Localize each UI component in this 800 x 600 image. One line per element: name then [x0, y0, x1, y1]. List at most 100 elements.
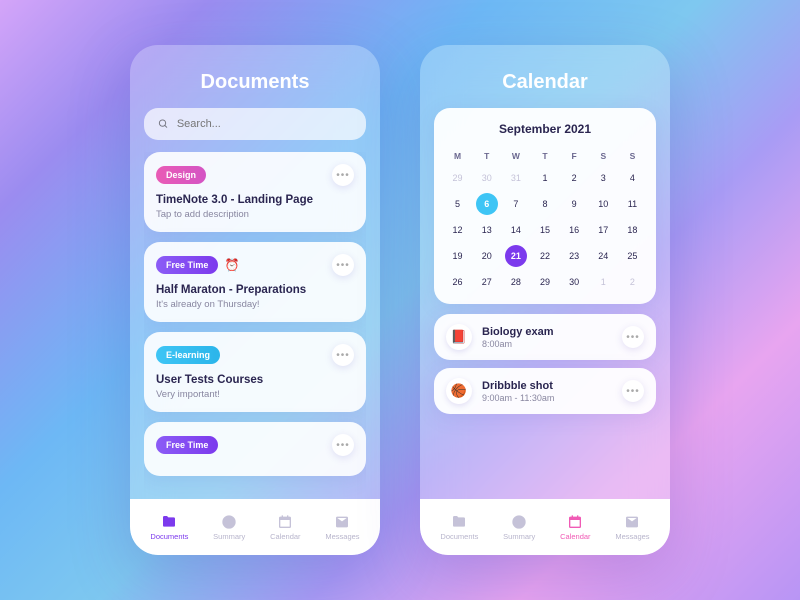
calendar-day[interactable]: 8: [534, 193, 556, 215]
search-input[interactable]: [144, 108, 366, 140]
calendar-day[interactable]: 17: [592, 219, 614, 241]
more-button[interactable]: •••: [622, 326, 644, 348]
calendar-day[interactable]: 23: [563, 245, 585, 267]
folder-icon: [451, 514, 467, 530]
tab-documents[interactable]: Documents: [440, 514, 478, 541]
calendar-day[interactable]: 2: [563, 167, 585, 189]
more-button[interactable]: •••: [332, 254, 354, 276]
page-title: Calendar: [434, 71, 656, 94]
documents-screen: Documents Design ••• TimeNote 3.0 - Land…: [130, 45, 380, 555]
card-desc: It's already on Thursday!: [156, 299, 354, 310]
pie-chart-icon: [221, 514, 237, 530]
calendar-day[interactable]: 1: [592, 271, 614, 293]
calendar-day[interactable]: 12: [447, 219, 469, 241]
day-of-week: M: [444, 148, 471, 164]
event-card[interactable]: 📕 Biology exam 8:00am •••: [434, 314, 656, 360]
tab-bar: Documents Summary Calendar Messages: [420, 499, 670, 555]
calendar-day[interactable]: 30: [476, 167, 498, 189]
tab-summary[interactable]: Summary: [213, 514, 245, 541]
day-of-week: T: [473, 148, 500, 164]
calendar-day[interactable]: 3: [592, 167, 614, 189]
calendar-day[interactable]: 14: [505, 219, 527, 241]
calendar-day[interactable]: 25: [621, 245, 643, 267]
card-title: TimeNote 3.0 - Landing Page: [156, 194, 354, 206]
calendar-grid: MTWTFSS293031123456789101112131415161718…: [444, 148, 646, 294]
calendar-day[interactable]: 7: [505, 193, 527, 215]
document-card[interactable]: Free Time •••: [144, 422, 366, 476]
tag-badge: Free Time: [156, 436, 218, 454]
event-time: 9:00am - 11:30am: [482, 393, 612, 403]
mail-icon: [334, 514, 350, 530]
calendar-icon: [277, 514, 293, 530]
day-of-week: F: [561, 148, 588, 164]
tag-badge: Design: [156, 166, 206, 184]
clock-icon: ⏰: [224, 257, 240, 273]
calendar-day[interactable]: 20: [476, 245, 498, 267]
tag-badge: Free Time: [156, 256, 218, 274]
folder-icon: [161, 514, 177, 530]
calendar-day[interactable]: 22: [534, 245, 556, 267]
calendar-day[interactable]: 29: [447, 167, 469, 189]
calendar-day[interactable]: 10: [592, 193, 614, 215]
calendar-day[interactable]: 2: [621, 271, 643, 293]
calendar-day[interactable]: 15: [534, 219, 556, 241]
event-card[interactable]: 🏀 Dribbble shot 9:00am - 11:30am •••: [434, 368, 656, 414]
day-of-week: W: [502, 148, 529, 164]
calendar-day[interactable]: 6: [476, 193, 498, 215]
calendar-day[interactable]: 27: [476, 271, 498, 293]
document-card[interactable]: E-learning ••• User Tests Courses Very i…: [144, 332, 366, 412]
calendar-screen: Calendar September 2021 MTWTFSS293031123…: [420, 45, 670, 555]
card-desc: Tap to add description: [156, 209, 354, 220]
book-icon: 📕: [446, 324, 472, 350]
calendar-day[interactable]: 30: [563, 271, 585, 293]
page-title: Documents: [144, 71, 366, 94]
calendar-day[interactable]: 18: [621, 219, 643, 241]
calendar-card: September 2021 MTWTFSS293031123456789101…: [434, 108, 656, 304]
tab-label: Summary: [503, 532, 535, 541]
calendar-day[interactable]: 19: [447, 245, 469, 267]
card-desc: Very important!: [156, 389, 354, 400]
tag-badge: E-learning: [156, 346, 220, 364]
tab-summary[interactable]: Summary: [503, 514, 535, 541]
calendar-day[interactable]: 13: [476, 219, 498, 241]
calendar-day[interactable]: 9: [563, 193, 585, 215]
calendar-icon: [567, 514, 583, 530]
search-field[interactable]: [177, 118, 352, 130]
calendar-day[interactable]: 11: [621, 193, 643, 215]
tab-label: Messages: [325, 532, 359, 541]
tab-messages[interactable]: Messages: [615, 514, 649, 541]
month-label: September 2021: [444, 122, 646, 136]
calendar-day[interactable]: 21: [505, 245, 527, 267]
search-icon: [158, 118, 169, 130]
day-of-week: S: [619, 148, 646, 164]
pie-chart-icon: [511, 514, 527, 530]
tab-label: Documents: [440, 532, 478, 541]
tab-label: Messages: [615, 532, 649, 541]
calendar-day[interactable]: 1: [534, 167, 556, 189]
tab-calendar[interactable]: Calendar: [270, 514, 300, 541]
tab-calendar[interactable]: Calendar: [560, 514, 590, 541]
more-button[interactable]: •••: [332, 344, 354, 366]
calendar-day[interactable]: 31: [505, 167, 527, 189]
tab-messages[interactable]: Messages: [325, 514, 359, 541]
calendar-day[interactable]: 28: [505, 271, 527, 293]
card-title: User Tests Courses: [156, 374, 354, 386]
mail-icon: [624, 514, 640, 530]
calendar-day[interactable]: 26: [447, 271, 469, 293]
document-card[interactable]: Free Time ⏰ ••• Half Maraton - Preparati…: [144, 242, 366, 322]
calendar-day[interactable]: 5: [447, 193, 469, 215]
more-button[interactable]: •••: [332, 434, 354, 456]
tab-documents[interactable]: Documents: [150, 514, 188, 541]
day-of-week: S: [590, 148, 617, 164]
calendar-day[interactable]: 29: [534, 271, 556, 293]
calendar-day[interactable]: 16: [563, 219, 585, 241]
tab-label: Documents: [150, 532, 188, 541]
more-button[interactable]: •••: [622, 380, 644, 402]
day-of-week: T: [531, 148, 558, 164]
calendar-day[interactable]: 24: [592, 245, 614, 267]
event-title: Biology exam: [482, 326, 612, 338]
event-time: 8:00am: [482, 339, 612, 349]
document-card[interactable]: Design ••• TimeNote 3.0 - Landing Page T…: [144, 152, 366, 232]
more-button[interactable]: •••: [332, 164, 354, 186]
calendar-day[interactable]: 4: [621, 167, 643, 189]
